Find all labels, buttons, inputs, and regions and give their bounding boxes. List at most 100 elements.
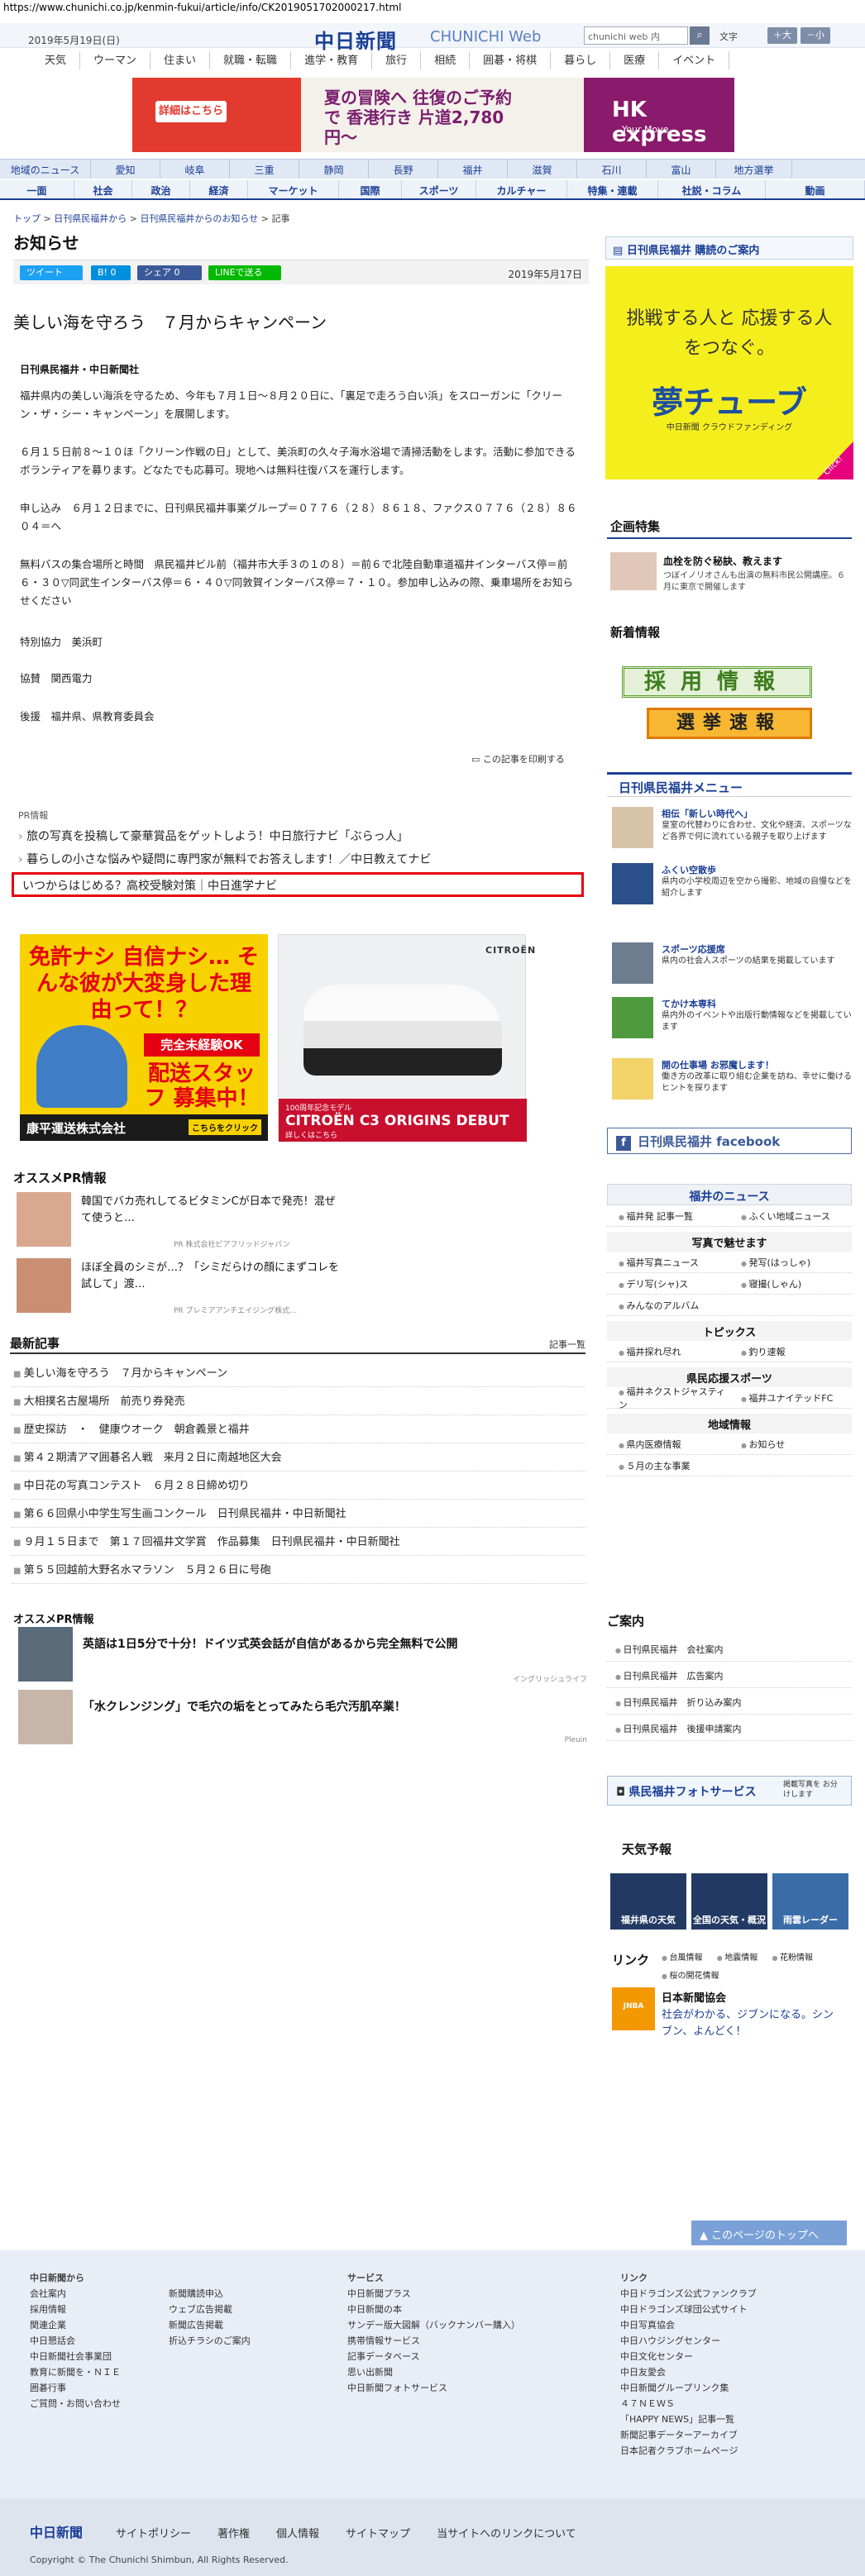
- ad-left-button[interactable]: こちらをクリック: [189, 1119, 261, 1135]
- breadcrumb-item[interactable]: 日刊県民福井から: [54, 213, 127, 224]
- photo-service-banner[interactable]: ◘ 県民福井フォトサービス 掲載写真を お分けします: [607, 1776, 852, 1806]
- region-item[interactable]: 静岡: [299, 160, 369, 179]
- fn-link[interactable]: みんなのアルバム: [607, 1299, 852, 1312]
- category-item[interactable]: 国際: [339, 180, 402, 198]
- region-item[interactable]: 滋賀: [508, 160, 577, 179]
- footer-link[interactable]: 中日ハウジングセンター: [620, 2333, 757, 2349]
- footer-nav-link[interactable]: 著作権: [217, 2525, 250, 2540]
- footer-link[interactable]: 採用情報: [30, 2302, 121, 2317]
- list-item[interactable]: 第４２期清アマ囲碁名人戦 来月２日に南越地区大会: [12, 1443, 585, 1472]
- banner-detail-button[interactable]: 詳細はこちら: [155, 101, 227, 122]
- fn-link[interactable]: 釣り速報: [729, 1345, 852, 1358]
- osusume2-item[interactable]: 英語は1日5分で十分！ドイツ式英会話が自信があるから完全無料で公開 イングリッシ…: [18, 1627, 589, 1685]
- fn-link[interactable]: 福井ユナイテッドFC: [729, 1391, 852, 1405]
- footer-link[interactable]: 中日友愛会: [620, 2364, 757, 2380]
- top-ad-banner[interactable]: 詳細はこちら 夏の冒険へ 往復のご予約で 香港行き 片道2,780円〜 HK e…: [132, 78, 734, 152]
- goannai-link[interactable]: 日刊県民福井 後援申請案内: [607, 1715, 852, 1741]
- footer-link[interactable]: 中日新聞社会事業団: [30, 2349, 121, 2364]
- page-top-button[interactable]: ▲ このページのトップへ: [691, 2221, 847, 2245]
- osusume2-item[interactable]: 「水クレンジング」で毛穴の垢をとってみたら毛穴汚肌卒業！ Pleuin: [18, 1690, 589, 1748]
- saiyo-banner[interactable]: 採用情報: [622, 666, 812, 698]
- nav-item[interactable]: 就職・転職: [210, 51, 292, 69]
- category-item[interactable]: カルチャー: [476, 180, 567, 198]
- menu-item[interactable]: 相伝「新しい時代へ」 皇室の代替わりに合わせ、文化や経済、スポーツなど各界で何に…: [612, 807, 852, 861]
- print-link[interactable]: ▭ この記事を印刷する: [471, 752, 565, 766]
- footer-link[interactable]: 記事データベース: [347, 2349, 520, 2364]
- menu-item[interactable]: スポーツ応援席 県内の社会人スポーツの結果を掲載しています: [612, 942, 852, 997]
- footer-logo[interactable]: 中日新聞: [30, 2521, 83, 2541]
- footer-link[interactable]: 中日新聞プラス: [347, 2286, 520, 2302]
- footer-nav-link[interactable]: 個人情報: [276, 2525, 319, 2540]
- rain-radar-button[interactable]: 雨雲レーダー: [772, 1873, 848, 1930]
- menu-item[interactable]: てかけ本専科 県内外のイベントや出版行動情報などを掲載しています: [612, 997, 852, 1052]
- nav-item[interactable]: 暮らし: [551, 51, 611, 69]
- nav-item[interactable]: 住まい: [151, 51, 211, 69]
- link-item[interactable]: 地震情報: [717, 1953, 758, 1963]
- footer-link[interactable]: 会社案内: [30, 2286, 121, 2302]
- nav-item[interactable]: ウーマン: [80, 51, 151, 69]
- footer-link[interactable]: 中日新聞の本: [347, 2302, 520, 2317]
- footer-link[interactable]: 新聞記事データーアーカイブ: [620, 2427, 757, 2443]
- yume-tube-ad[interactable]: 挑戦する人と 応援する人をつなぐ。 夢チューブ 中日新聞 クラウドファンディング…: [605, 266, 853, 479]
- menu-item[interactable]: 開の仕事場 お邪魔します！ 働き方の改革に取り組む企業を訪ね、幸せに働けるヒント…: [612, 1058, 852, 1113]
- nav-item[interactable]: 旅行: [372, 51, 422, 69]
- list-item[interactable]: 大相撲名古屋場所 前売り券発売: [12, 1387, 585, 1415]
- footer-link[interactable]: 中日写真協会: [620, 2317, 757, 2333]
- pr-link[interactable]: 暮らしの小さな悩みや疑問に専門家が無料でお答えします！／中日教えてナビ: [18, 848, 431, 871]
- category-item[interactable]: 特集・連載: [567, 180, 658, 198]
- latest-more-link[interactable]: 記事一覧: [549, 1338, 585, 1351]
- footer-link[interactable]: ご質問・お問い合わせ: [30, 2396, 121, 2411]
- category-item[interactable]: 経済: [190, 180, 248, 198]
- footer-nav-link[interactable]: サイトマップ: [346, 2525, 410, 2540]
- footer-link[interactable]: 教育に新聞を・ＮＩＥ: [30, 2364, 121, 2380]
- link-item[interactable]: 台風情報: [662, 1953, 703, 1963]
- font-small-button[interactable]: －小: [800, 27, 830, 44]
- footer-nav-link[interactable]: 当サイトへのリンクについて: [437, 2525, 576, 2540]
- search-button[interactable]: ⌕: [690, 26, 710, 45]
- region-item[interactable]: 長野: [369, 160, 438, 179]
- footer-link[interactable]: 中日文化センター: [620, 2349, 757, 2364]
- footer-link[interactable]: 携帯情報サービス: [347, 2333, 520, 2349]
- footer-link[interactable]: ウェブ広告掲載: [169, 2302, 251, 2317]
- footer-link[interactable]: 新聞広告掲載: [169, 2317, 251, 2333]
- region-item[interactable]: 三重: [230, 160, 299, 179]
- line-share-button[interactable]: LINEで送る: [208, 265, 281, 280]
- fn-link[interactable]: デリ写(シャ)ス: [607, 1277, 729, 1290]
- jnba-name[interactable]: 日本新聞協会: [662, 1989, 726, 2005]
- facebook-link[interactable]: f 日刊県民福井 facebook: [607, 1128, 852, 1154]
- subscribe-banner[interactable]: ▤ 日刊県民福井 購読のご案内: [605, 236, 853, 260]
- category-item[interactable]: 動画: [766, 180, 865, 198]
- footer-link[interactable]: 「HAPPY NEWS」記事一覧: [620, 2411, 757, 2427]
- fn-link[interactable]: 福井写真ニュース: [607, 1256, 729, 1269]
- weather-national-button[interactable]: 全国の天気・概況: [691, 1873, 767, 1930]
- nav-item[interactable]: 天気: [31, 51, 81, 69]
- fn-link[interactable]: ５月の主な事業: [607, 1459, 852, 1472]
- goannai-link[interactable]: 日刊県民福井 会社案内: [607, 1635, 852, 1662]
- list-item[interactable]: 歴史探訪 ・ 健康ウオーク 朝倉義景と福井: [12, 1415, 585, 1443]
- region-item[interactable]: 福井: [438, 160, 508, 179]
- goannai-link[interactable]: 日刊県民福井 折り込み案内: [607, 1688, 852, 1715]
- pr-link[interactable]: 旅の写真を投稿して豪華賞品をゲットしよう！中日旅行ナビ「ぶらっ人」: [18, 825, 431, 848]
- footer-nav-link[interactable]: サイトポリシー: [116, 2525, 191, 2540]
- site-logo[interactable]: 中日新聞: [314, 25, 397, 54]
- category-item[interactable]: 社説・コラム: [658, 180, 766, 198]
- fn-link[interactable]: 県内医療情報: [607, 1438, 729, 1451]
- region-item[interactable]: 富山: [647, 160, 716, 179]
- hatena-button[interactable]: B! 0: [91, 265, 131, 280]
- nav-item[interactable]: 囲碁・将棋: [470, 51, 552, 69]
- footer-link[interactable]: 中日懇話会: [30, 2333, 121, 2349]
- goannai-link[interactable]: 日刊県民福井 広告案内: [607, 1662, 852, 1688]
- footer-link[interactable]: 折込チラシのご案内: [169, 2333, 251, 2349]
- fn-link[interactable]: 福井ネクストジャスティン: [607, 1385, 729, 1411]
- fn-link[interactable]: 発写(はっしゃ): [729, 1256, 852, 1269]
- footer-link[interactable]: 関連企業: [30, 2317, 121, 2333]
- category-item[interactable]: 社会: [74, 180, 132, 198]
- senkyo-banner[interactable]: 選挙速報: [647, 708, 812, 739]
- menu-item[interactable]: ふくい空散歩 県内の小学校周辺を空から撮影、地域の自慢などを紹介します: [612, 863, 852, 918]
- fn-link[interactable]: 福井探れ尽れ: [607, 1345, 729, 1358]
- fn-link[interactable]: 寝撮(しゃん): [729, 1277, 852, 1290]
- kikaku-item[interactable]: 血栓を防ぐ秘訣、教えます つぼイノリオさんも出演の無料市民公開講座。６月に東京で…: [610, 552, 850, 602]
- footer-link[interactable]: サンデー版大図解（バックナンバー購入）: [347, 2317, 520, 2333]
- region-item[interactable]: 地方選挙: [716, 160, 792, 179]
- highlighted-pr-link[interactable]: いつからはじめる？高校受験対策｜中日進学ナビ: [12, 872, 584, 897]
